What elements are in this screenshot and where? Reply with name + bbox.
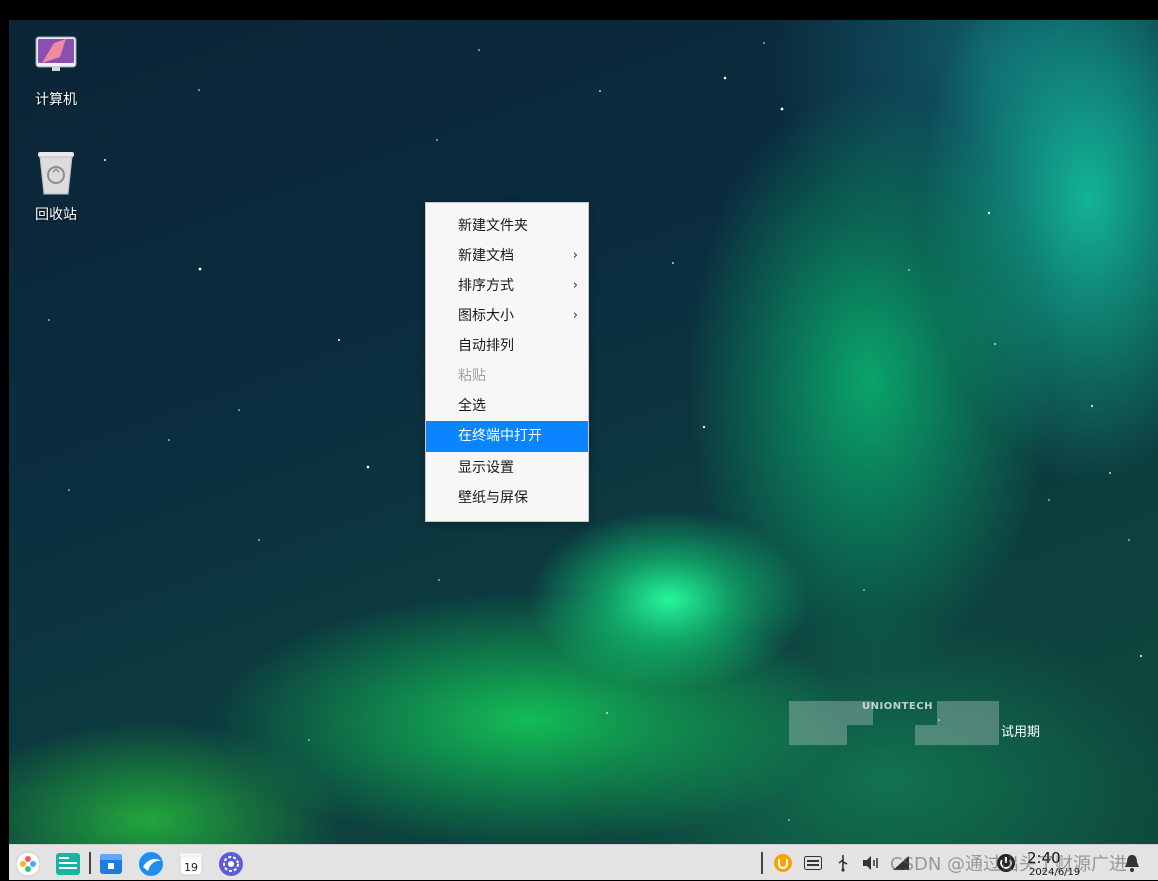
menu-item-label: 自动排列 [458,338,514,354]
menu-item-label: 显示设置 [458,460,514,476]
menu-item-label: 粘贴 [458,368,486,384]
browser-icon[interactable] [138,851,164,877]
desktop-icon-label: 计算机 [35,92,77,108]
calendar-day: 19 [184,861,198,874]
desktop-icon-trash[interactable]: 回收站 [16,150,96,224]
menu-item-wallpaper-screensaver[interactable]: 壁纸与屏保 [426,483,588,513]
desktop-context-menu: 新建文件夹 新建文档 › 排序方式 › 图标大小 › 自动排列 粘贴 全选 在终… [425,202,589,522]
trial-period-label: 试用期 [1001,725,1041,740]
menu-item-sort-by[interactable]: 排序方式 › [426,271,588,301]
trash-icon [32,150,80,198]
menu-item-label: 全选 [458,398,486,414]
menu-item-label: 壁纸与屏保 [458,490,528,506]
desktop-icon-computer[interactable]: 计算机 [16,35,96,109]
uniontech-logo-text: UNIONTECH [862,701,933,712]
computer-icon [32,35,80,83]
menu-item-display-settings[interactable]: 显示设置 [426,453,588,483]
keyboard-icon[interactable] [803,851,823,875]
chevron-right-icon: › [572,248,578,263]
volume-icon[interactable] [861,851,881,875]
menu-item-select-all[interactable]: 全选 [426,391,588,421]
settings-icon[interactable] [218,851,244,877]
taskbar-separator [89,852,91,874]
menu-item-label: 新建文件夹 [458,218,528,234]
menu-item-paste: 粘贴 [426,361,588,391]
desktop-icon-label: 回收站 [35,207,77,223]
menu-item-new-folder[interactable]: 新建文件夹 [426,211,588,241]
csdn-watermark: CSDN @通过出头了财源广进 [890,854,1128,875]
chevron-right-icon: › [572,308,578,323]
menu-item-label: 图标大小 [458,308,514,324]
menu-item-label: 新建文档 [458,248,514,264]
file-manager-icon[interactable] [98,851,124,877]
menu-item-auto-arrange[interactable]: 自动排列 [426,331,588,361]
launcher-icon[interactable] [15,851,41,877]
menu-item-label: 排序方式 [458,278,514,294]
usb-icon[interactable] [833,851,853,875]
multitask-view-icon[interactable] [55,851,81,877]
menu-item-label: 在终端中打开 [458,428,542,444]
left-black-strip [0,20,9,880]
chevron-right-icon: › [572,278,578,293]
tray-separator [761,852,763,874]
uos-id-icon[interactable] [773,851,793,875]
calendar-icon[interactable]: 19 [178,851,204,877]
menu-item-icon-size[interactable]: 图标大小 › [426,301,588,331]
menu-item-new-document[interactable]: 新建文档 › [426,241,588,271]
top-black-bar [0,0,1158,20]
menu-item-open-in-terminal[interactable]: 在终端中打开 [426,421,588,452]
